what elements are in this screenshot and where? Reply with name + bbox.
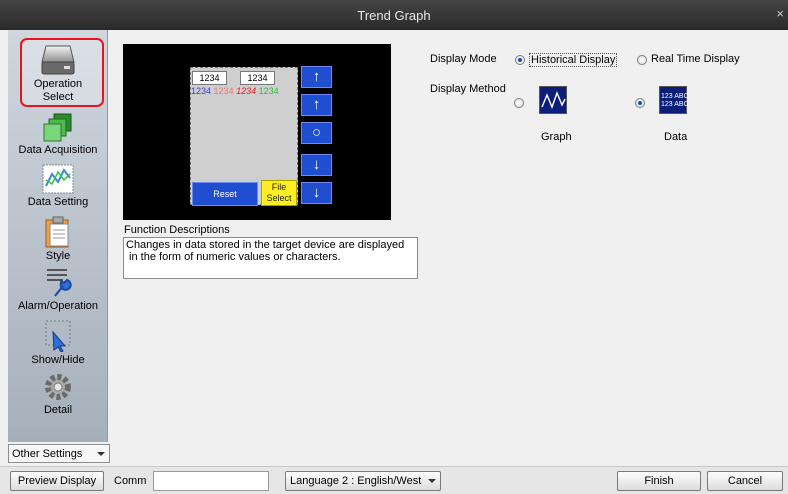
sidebar-item-data-setting[interactable]: Data Setting [8,164,108,209]
data-acquisition-icon [43,113,72,142]
display-method-label: Display Method [430,83,506,95]
footer-bar: Preview Display Comm Language 2 : Englis… [0,466,788,494]
operation-select-icon [41,45,75,75]
preview-value: 1234 [236,86,257,96]
sidebar-item-detail[interactable]: Detail [8,372,108,417]
preview-numeric-2: 1234 [240,71,275,85]
graph-method-icon[interactable] [539,86,567,114]
data-method-icon[interactable]: 123 ABC 123 ABC [659,86,689,114]
function-descriptions-box: Changes in data stored in the target dev… [123,237,418,279]
data-icon-text: 123 ABC [661,93,689,100]
preview-arrow-up-icon: ↑ [301,94,332,116]
preview-arrow-up-icon: ↑ [301,66,332,88]
other-settings-dropdown[interactable]: Other Settings [8,444,110,463]
preview-display-button[interactable]: Preview Display [10,471,104,491]
preview-file-label: Select [266,193,292,203]
chevron-down-icon [428,479,436,483]
preview-file-label: File [271,182,287,192]
finish-button[interactable]: Finish [617,471,701,491]
preview-value: 1234 [213,86,234,96]
data-method-label: Data [664,131,688,143]
trend-graph-preview: 1234 1234 1234 1234 1234 1234 ↑ ↑ ○ ↓ ↓ … [123,44,391,220]
sidebar-item-operation-select[interactable]: Operation Select [8,44,108,104]
show-hide-icon [45,320,71,352]
other-settings-label: Other Settings [12,448,83,460]
preview-numeric-1: 1234 [192,71,227,85]
sidebar-item-style[interactable]: Style [8,216,108,263]
sidebar-item-label: Select [42,91,74,103]
close-icon[interactable]: × [776,6,784,21]
function-description-text: Changes in data stored in the target dev… [126,239,405,251]
sidebar-item-label: Alarm/Operation [17,300,99,312]
historical-display-radio[interactable] [515,55,525,65]
chevron-down-icon [97,452,105,456]
preview-arrow-down-icon: ↓ [301,182,332,204]
function-description-text: in the form of numeric values or charact… [126,251,341,263]
comm-input[interactable] [153,471,269,491]
preview-file-select-button: File Select [261,180,297,206]
sidebar-item-label: Operation [33,78,83,90]
sidebar-item-data-acquisition[interactable]: Data Acquisition [8,112,108,157]
style-icon [45,216,69,248]
title-bar: Trend Graph × [0,0,788,30]
preview-arrow-down-icon: ↓ [301,154,332,176]
real-time-display-radio[interactable] [637,55,647,65]
sidebar-item-label: Data Setting [27,196,89,208]
graph-method-label: Graph [541,131,572,143]
display-mode-label: Display Mode [430,53,497,65]
comm-label: Comm [114,475,147,487]
sidebar-item-label: Style [45,250,71,262]
graph-method-radio[interactable] [514,98,524,108]
detail-icon [45,374,71,400]
sidebar-item-show-hide[interactable]: Show/Hide [8,320,108,367]
preview-data-row: 1234 1234 1234 1234 [191,86,279,96]
sidebar: Operation Select Data Acquisition Data S… [8,30,108,442]
cancel-button[interactable]: Cancel [707,471,783,491]
sidebar-item-label: Data Acquisition [18,144,98,156]
preview-value: 1234 [258,86,279,96]
data-setting-icon [42,164,74,194]
language-select-value: Language 2 : English/West [290,475,422,487]
data-icon-text: 123 ABC [661,101,689,108]
real-time-display-label[interactable]: Real Time Display [651,53,740,65]
sidebar-item-alarm-operation[interactable]: Alarm/Operation [8,266,108,313]
sidebar-item-label: Detail [43,404,73,416]
preview-value: 1234 [191,86,212,96]
function-descriptions-title: Function Descriptions [124,224,230,236]
data-method-radio[interactable] [635,98,645,108]
window-title: Trend Graph [357,8,431,23]
preview-circle-icon: ○ [301,122,332,144]
alarm-operation-icon [47,269,72,297]
wave-icon [541,91,566,109]
preview-reset-button: Reset [192,182,258,206]
language-select[interactable]: Language 2 : English/West [285,471,441,491]
sidebar-item-label: Show/Hide [31,354,85,366]
historical-display-label[interactable]: Historical Display [529,53,618,67]
